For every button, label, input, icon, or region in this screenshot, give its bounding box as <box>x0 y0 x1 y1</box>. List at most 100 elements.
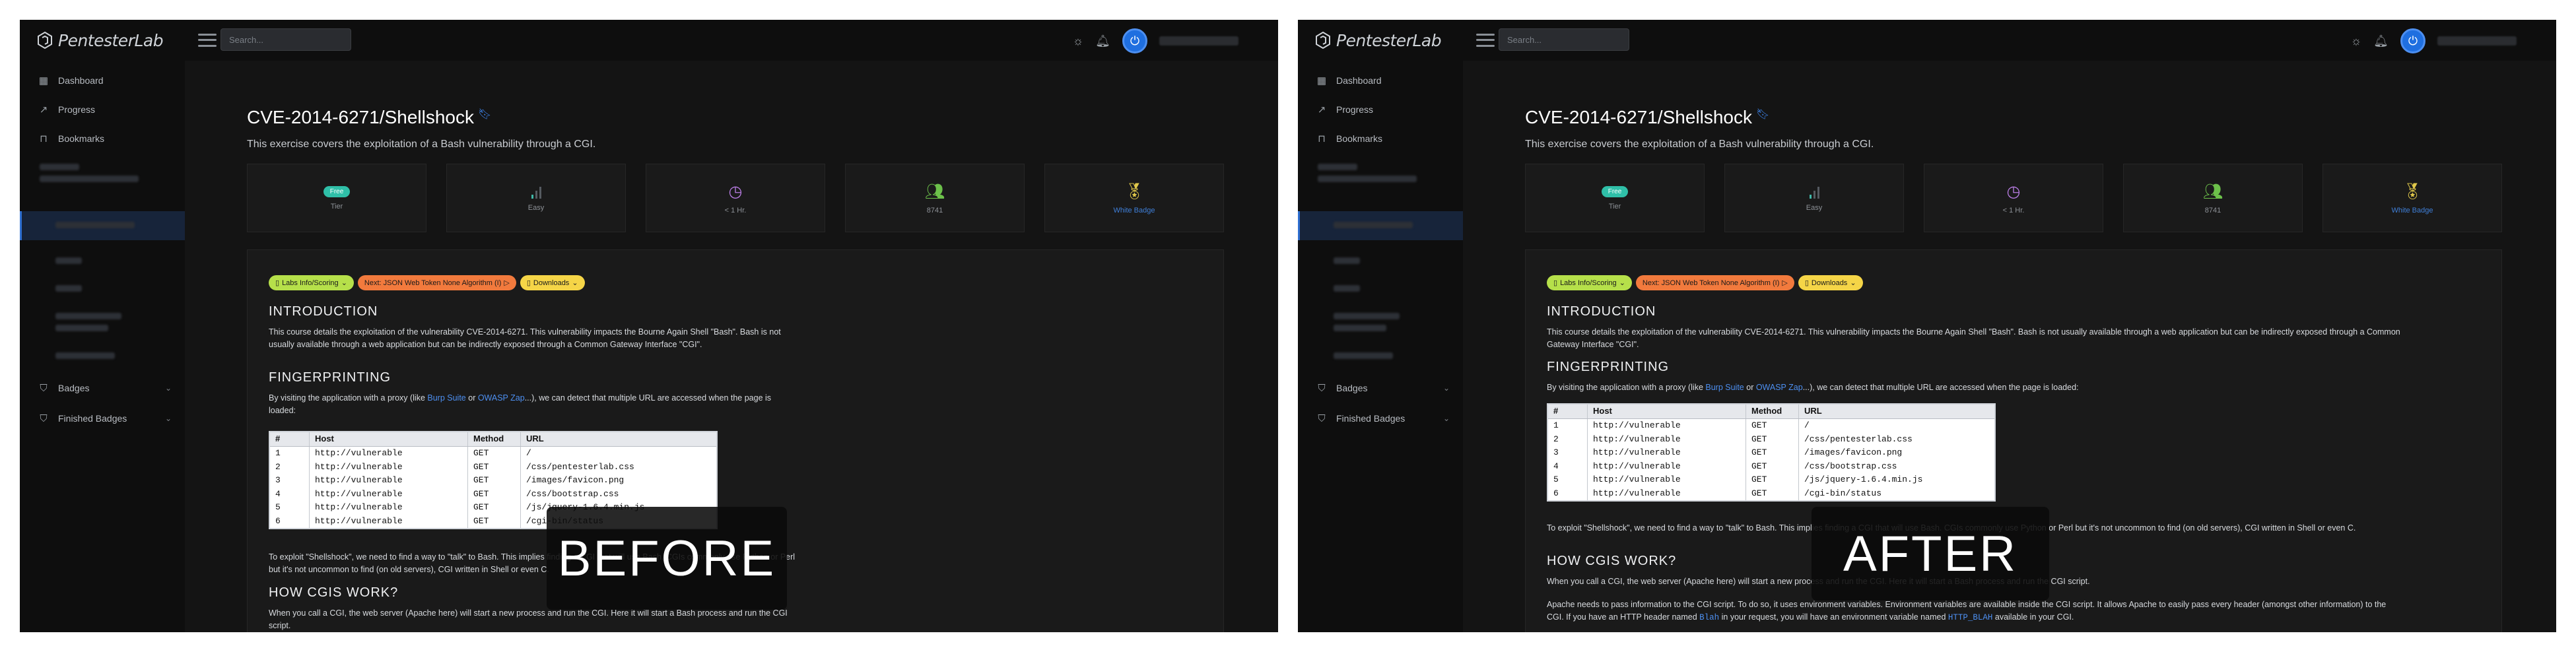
logo-icon <box>1316 31 1330 49</box>
blurred-item <box>1334 352 1393 359</box>
table-cell: http://vulnerable <box>310 474 468 488</box>
username-blurred[interactable] <box>1159 36 1238 46</box>
logo[interactable]: PentesterLab <box>1315 29 1442 51</box>
chart-line-icon: ↗ <box>1317 104 1326 115</box>
sidebar-item-dashboard[interactable]: ▦ Dashboard <box>1298 69 1463 92</box>
intro-section: INTRODUCTION This course details the exp… <box>269 302 797 352</box>
code-http-blah: HTTP_BLAH <box>1948 613 1993 623</box>
downloads-button[interactable]: ▯ Downloads ⌄ <box>520 275 585 290</box>
table-cell: /css/bootstrap.css <box>526 488 619 499</box>
owasp-zap-link[interactable]: OWASP Zap <box>1756 383 1803 392</box>
code-blah: Blah <box>1699 613 1720 623</box>
stat-badge[interactable]: 🏅︎ White Badge <box>2322 164 2502 232</box>
logo-icon <box>38 31 52 49</box>
pill-label: Labs Info/Scoring <box>282 278 339 287</box>
pill-label: Next: JSON Web Token None Algorithm (I) <box>1642 278 1780 287</box>
sun-icon[interactable]: ☼ <box>2351 34 2362 48</box>
sidebar-item-finished-badges[interactable]: ⛉ Finished Badges ⌄ <box>1298 407 1463 430</box>
menu-toggle-button[interactable] <box>198 32 217 49</box>
sidebar-item-label: Dashboard <box>58 75 104 86</box>
chevron-down-icon: ⌄ <box>341 279 347 287</box>
labs-info-button[interactable]: ▯ Labs Info/Scoring ⌄ <box>269 275 354 290</box>
stats-row: Free Tier Easy ◷ < 1 Hr. 👥︎ 8741 🏅︎ Whit… <box>1525 164 2502 232</box>
table-cell: 6 <box>270 514 310 528</box>
user-avatar[interactable]: ⏻ <box>2400 28 2425 53</box>
search-input[interactable]: Search... <box>1499 28 1629 51</box>
stat-label: Easy <box>1806 204 1823 212</box>
search-input[interactable]: Search... <box>220 28 351 51</box>
dashboard-icon: ▦ <box>38 75 49 86</box>
table-cell: http://vulnerable <box>1588 459 1746 473</box>
dashboard-icon: ▦ <box>1316 75 1327 86</box>
pill-buttons: ▯ Labs Info/Scoring ⌄ Next: JSON Web Token… <box>269 275 585 290</box>
after-label: AFTER <box>1812 507 2049 601</box>
intro-heading: INTRODUCTION <box>269 304 378 319</box>
clock-icon: ◷ <box>2006 182 2021 201</box>
bell-icon[interactable]: 🔔︎ <box>1095 34 1110 48</box>
logo[interactable]: PentesterLab <box>37 29 164 51</box>
table-cell: /images/favicon.png <box>526 475 625 485</box>
sidebar-item-bookmarks[interactable]: ⊓ Bookmarks <box>20 127 185 150</box>
bell-icon[interactable]: 🔔︎ <box>2373 34 2389 48</box>
table-row: 4 http://vulnerable GET/css/bootstrap.css <box>270 487 716 501</box>
page-title: CVE-2014-6271/Shellshock <box>1525 107 1752 127</box>
stat-difficulty: Easy <box>1724 164 1904 232</box>
burp-suite-link[interactable]: Burp Suite <box>1705 383 1744 392</box>
labs-info-button[interactable]: ▯ Labs Info/Scoring ⌄ <box>1547 275 1632 290</box>
fingerprinting-heading: FINGERPRINTING <box>1547 360 1670 374</box>
stat-label: 8741 <box>926 206 943 214</box>
pill-buttons: ▯ Labs Info/Scoring ⌄ Next: JSON Web Token… <box>1547 275 1863 290</box>
sidebar-item-finished-badges[interactable]: ⛉ Finished Badges ⌄ <box>20 407 185 430</box>
sidebar-item-dashboard[interactable]: ▦ Dashboard <box>20 69 185 92</box>
stat-badge[interactable]: 🏅︎ White Badge <box>1044 164 1224 232</box>
menu-toggle-button[interactable] <box>1476 32 1495 49</box>
table-row: 4 http://vulnerable GET/css/bootstrap.css <box>1548 459 1994 473</box>
shield-icon: ⛉ <box>1318 382 1326 394</box>
owasp-zap-link[interactable]: OWASP Zap <box>478 393 525 403</box>
burp-suite-link[interactable]: Burp Suite <box>427 393 465 403</box>
blurred-item <box>55 257 82 264</box>
table-cell: /css/pentesterlab.css <box>1804 434 1913 444</box>
fingerprinting-text: By visiting the application with a proxy… <box>269 392 797 418</box>
sidebar-item-progress[interactable]: ↗ Progress <box>20 98 185 121</box>
bookmark-icon[interactable]: 🔖︎ <box>1756 108 1769 121</box>
table-cell: GET <box>468 514 521 528</box>
top-bar: PentesterLab Search... ☼ 🔔︎ ⏻ <box>1298 20 2556 61</box>
table-cell: 3 <box>270 474 310 488</box>
after-screenshot: PentesterLab Search... ☼ 🔔︎ ⏻ ▦ Dashboar… <box>1298 20 2556 632</box>
bookmark-icon: ⊓ <box>40 133 48 145</box>
clock-icon: ◷ <box>728 182 743 201</box>
arrow-right-icon: ▷ <box>1782 279 1788 287</box>
sidebar-item-badges[interactable]: ⛉ Badges ⌄ <box>1298 376 1463 400</box>
sidebar-item-bookmarks[interactable]: ⊓ Bookmarks <box>1298 127 1463 150</box>
users-icon: 👥︎ <box>2202 182 2223 201</box>
file-icon: ▯ <box>1804 279 1809 287</box>
next-exercise-button[interactable]: Next: JSON Web Token None Algorithm (I) ▷ <box>1635 275 1794 290</box>
table-cell: http://vulnerable <box>310 447 468 461</box>
sidebar-item-label: Bookmarks <box>1336 133 1383 144</box>
table-cell: /js/jquery-1.6.4.min.js <box>1804 474 1923 484</box>
next-exercise-button[interactable]: Next: JSON Web Token None Algorithm (I) ▷ <box>357 275 516 290</box>
table-cell: GET <box>1746 486 1799 500</box>
users-icon: 👥︎ <box>924 182 945 201</box>
username-blurred[interactable] <box>2437 36 2517 46</box>
sidebar-item-progress[interactable]: ↗ Progress <box>1298 98 1463 121</box>
bookmark-icon[interactable]: 🔖︎ <box>478 108 491 121</box>
table-header: # Host Method URL <box>1548 405 1994 419</box>
stats-row: Free Tier Easy ◷ < 1 Hr. 👥︎ 8741 🏅︎ Whit… <box>247 164 1224 232</box>
table-cell: 6 <box>1548 486 1588 500</box>
sidebar: ▦ Dashboard ↗ Progress ⊓ Bookmarks ⛉ Bad… <box>1298 61 1463 632</box>
text: ...), we can detect that multiple URL ar… <box>1802 383 2079 392</box>
col-header: # <box>1548 405 1588 418</box>
sidebar-item-label: Dashboard <box>1336 75 1382 86</box>
col-header: Host <box>1588 405 1746 418</box>
table-cell: http://vulnerable <box>310 514 468 528</box>
sun-icon[interactable]: ☼ <box>1073 34 1084 48</box>
sidebar-item-badges[interactable]: ⛉ Badges ⌄ <box>20 376 185 400</box>
blurred-item <box>1334 325 1386 331</box>
user-avatar[interactable]: ⏻ <box>1122 28 1147 53</box>
badge-link[interactable]: White Badge <box>2392 207 2433 214</box>
badge-link[interactable]: White Badge <box>1114 207 1155 214</box>
text: or <box>465 393 478 403</box>
downloads-button[interactable]: ▯ Downloads ⌄ <box>1798 275 1863 290</box>
